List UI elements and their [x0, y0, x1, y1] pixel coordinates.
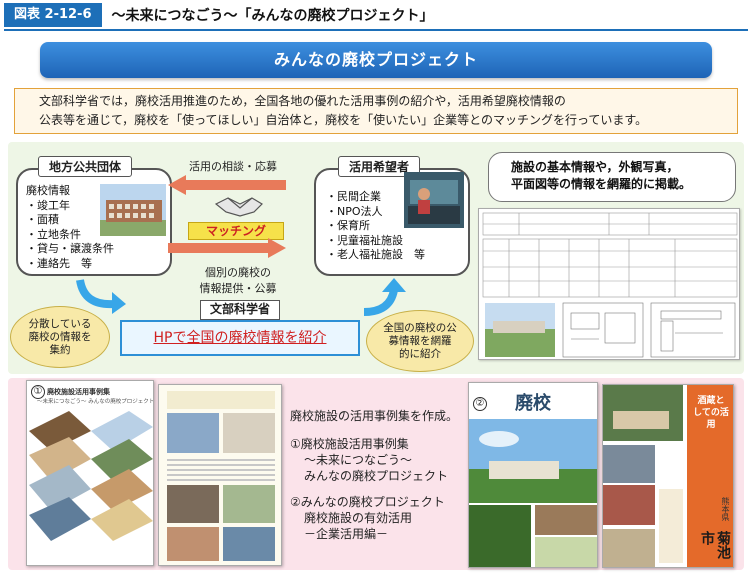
casebook-2-cover: 廃校 ②: [468, 382, 598, 568]
handshake-icon: [214, 197, 263, 217]
local-government-label: 地方公共団体: [38, 156, 133, 177]
intro-text: 文部科学省では，廃校活用推進のため，全国各地の優れた活用事例の紹介や，活用希望廃…: [14, 88, 738, 134]
casebook-1-inner-page: [158, 384, 282, 566]
book2-right-title: 酒蔵としての活用: [693, 396, 729, 430]
info-item: ・連絡先 等: [26, 256, 92, 270]
book1-subtitle: 〜未来につなごう〜 みんなの廃校プロジェクト: [37, 399, 154, 405]
left-bubble: 分散している 廃校の情報を 集約: [10, 306, 110, 368]
sheet-callout: 施設の基本情報や，外観写真， 平面図等の情報を網羅的に掲載。: [488, 152, 736, 202]
mext-label: 文部科学省: [200, 300, 280, 320]
arrow-right-icon: [168, 238, 286, 258]
bubble-line: 集約: [49, 343, 71, 356]
facility-info-sheet-thumbnail: [478, 208, 740, 360]
book2-collage: [469, 419, 597, 567]
mext-hp-link[interactable]: HPで全国の廃校情報を紹介: [120, 320, 360, 356]
case-2-title: ②みんなの廃校プロジェクト: [290, 495, 445, 509]
casebook-2-inner-page: 酒蔵としての活用 菊池市 熊本県: [602, 384, 734, 568]
case-1-sub-2: みんなの廃校プロジェクト: [304, 469, 449, 483]
book1-collage: [29, 411, 153, 541]
provide-label-2: 情報提供・公募: [199, 282, 277, 295]
workshop-photo: [404, 172, 464, 228]
school-building-photo: [100, 184, 166, 236]
book1-title: 廃校施設活用事例集: [47, 388, 110, 396]
casebook-1-cover: 廃校施設活用事例集 〜未来につなごう〜 みんなの廃校プロジェクト ①: [26, 380, 154, 566]
provide-label-1: 個別の廃校の: [205, 266, 271, 279]
figure-header: 図表 2-12-6 〜未来につなごう〜「みんなの廃校プロジェクト」: [0, 0, 752, 30]
book1-number: ①: [31, 385, 45, 399]
bubble-line: 廃校の情報を: [28, 330, 92, 343]
case-1-title: ①廃校施設活用事例集: [290, 437, 409, 451]
book1-page-graphic: [167, 391, 275, 561]
bubble-line: 全国の廃校の公: [383, 321, 457, 334]
sheet-callout-line-1: 施設の基本情報や，外観写真，: [511, 160, 679, 174]
info-item: ・老人福祉施設 等: [326, 248, 425, 261]
sheet-table-graphic: [482, 212, 738, 358]
info-item: ・貸与・譲渡条件: [26, 242, 114, 255]
project-banner: みんなの廃校プロジェクト: [40, 42, 712, 78]
case-studies-description: 廃校施設の活用事例集を作成。 ①廃校施設活用事例集 〜未来につなごう〜 みんなの…: [290, 408, 474, 542]
sheet-callout-line-2: 平面図等の情報を網羅的に掲載。: [511, 177, 692, 191]
cases-intro: 廃校施設の活用事例集を作成。: [290, 409, 459, 423]
book2-number: ②: [473, 397, 487, 411]
case-1-sub-1: 〜未来につなごう〜: [304, 453, 413, 467]
bubble-line: 的に紹介: [399, 347, 441, 360]
case-2-sub-2: －企業活用編－: [304, 527, 389, 541]
intro-line-2: 公表等を通じて，廃校を「使ってほしい」自治体と，廃校を「使いたい」企業等とのマッ…: [39, 113, 648, 127]
case-2-sub-1: 廃校施設の有効活用: [304, 511, 413, 525]
intro-line-1: 文部科学省では，廃校活用推進のため，全国各地の優れた活用事例の紹介や，活用希望廃…: [39, 94, 566, 108]
book2-city: 菊池市: [699, 531, 731, 559]
figure-title: 〜未来につなごう〜「みんなの廃校プロジェクト」: [111, 8, 434, 24]
header-rule: [4, 29, 748, 31]
book2-kanji: 廃校: [515, 393, 551, 414]
bubble-line: 分散している: [28, 317, 92, 330]
info-item: ・児童福祉施設: [326, 233, 403, 247]
book2-pref: 熊本県: [721, 497, 730, 521]
right-bubble: 全国の廃校の公 募情報を網羅 的に紹介: [366, 310, 474, 372]
curved-arrow-left-icon: [76, 279, 126, 314]
figure-label: 図表 2-12-6: [4, 3, 102, 27]
bubble-line: 募情報を網羅: [388, 334, 452, 347]
consult-label: 活用の相談・応募: [189, 160, 277, 173]
